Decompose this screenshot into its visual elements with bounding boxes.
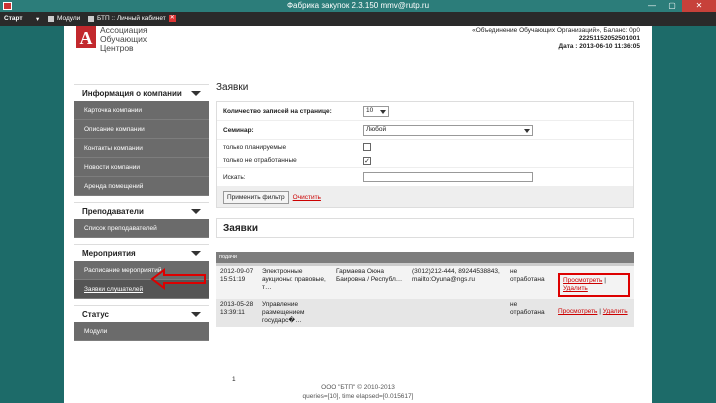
logo-line-3: Центров [100,43,134,53]
sidebar-item-teacher-list[interactable]: Список преподавателей [74,219,209,238]
cell-seminar: Управление размещением государс�… [262,301,305,324]
filter-form: Количество записей на странице: 10 Семин… [216,101,634,208]
per-page-select[interactable]: 10 [363,105,389,117]
cabinet-tab-icon [88,15,94,22]
current-date: Дата : 2013-06-10 11:36:05 [558,43,640,50]
cell-actions: Просмотреть | Удалить [552,266,634,299]
tab-modules[interactable]: Модули [48,15,80,22]
sidebar-header-events[interactable]: Мероприятия [74,244,209,261]
sidebar-item-company-contacts[interactable]: Контакты компании [74,139,209,158]
cell-contact [408,299,506,327]
apply-filter-button[interactable]: Применить фильтр [223,190,289,204]
tab-modules-label: Модули [57,15,81,22]
chevron-down-icon [191,209,201,214]
start-menu[interactable]: Старт [4,15,23,22]
cell-date: 2013-05-28 13:39:11 [220,301,254,316]
filter-row-search: Искать: [217,168,633,187]
footer-copyright: ООО "БТП" © 2010-2013 [321,384,395,391]
sidebar-header-status[interactable]: Статус [74,305,209,322]
account-info: «Объединение Обучающих Организаций», Бал… [472,27,640,51]
sidebar-section-status: Статус Модули [74,305,209,341]
planned-label: только планируемые [223,143,287,151]
start-dropdown-icon[interactable]: ▾ [36,15,39,23]
logo-text: Ассоциация Обучающих Центров [100,26,148,53]
clear-filter-link[interactable]: Очистить [293,194,321,201]
search-label: Искать: [223,173,246,181]
table-row: 2012-09-07 15:51:19 Электронные аукционы… [216,266,634,299]
chevron-down-icon [191,251,201,256]
tab-cabinet-label: БТП :: Личный кабинет [97,15,166,22]
sidebar: Информация о компании Карточка компании … [74,84,209,347]
org-balance: «Объединение Обучающих Организаций», Бал… [472,27,640,34]
cell-status: не отработана [510,268,545,283]
cell-status: не отработана [510,301,545,316]
unprocessed-label: только не отработанные [223,157,297,164]
requests-section-title: Заявки [216,218,634,238]
sidebar-header-teachers[interactable]: Преподаватели [74,202,209,219]
seminar-select[interactable]: Любой [363,124,533,136]
sidebar-item-modules[interactable]: Модули [74,322,209,341]
cell-name: Гармаева Оюна Баировна / Республ… [336,268,403,283]
filter-actions: Применить фильтр Очистить [217,187,633,207]
window-title: Фабрика закупок 2.3.150 mmv@rutp.ru [286,1,430,10]
minimize-button[interactable]: — [642,0,662,12]
page-viewport: А Ассоциация Обучающих Центров «Объедине… [64,26,652,403]
sidebar-section-teachers: Преподаватели Список преподавателей [74,202,209,238]
highlighted-actions: Просмотреть | Удалить [558,273,630,297]
action-separator: | [604,277,606,284]
window-controls: — ▢ ✕ [642,0,716,12]
filter-row-seminar: Семинар: Любой [217,121,633,140]
table-header: подачи [216,252,634,263]
tab-close-icon[interactable]: ✕ [168,15,176,22]
annotation-arrow-icon [150,268,206,290]
modules-tab-icon [48,15,54,22]
filter-row-unprocessed: только не отработанные ✓ [217,154,633,168]
cell-actions: Просмотреть | Удалить [552,299,634,327]
pagination-page[interactable]: 1 [232,376,236,383]
action-separator: | [599,308,601,315]
logo-mark: А [76,26,96,48]
unprocessed-checkbox[interactable]: ✓ [363,156,371,165]
sidebar-item-company-card[interactable]: Карточка компании [74,101,209,120]
window-titlebar: Фабрика закупок 2.3.150 mmv@rutp.ru — ▢ … [0,0,716,12]
sidebar-item-company-news[interactable]: Новости компании [74,158,209,177]
sidebar-section-company: Информация о компании Карточка компании … [74,84,209,196]
view-link[interactable]: Просмотреть [558,308,597,315]
footer: ООО "БТП" © 2010-2013 queries=[10], time… [64,383,652,401]
dropdown-arrow-icon [524,128,530,133]
footer-stats: queries=[10], time elapsed=[0.015617] [302,393,414,400]
chevron-down-icon [191,312,201,317]
chevron-down-icon [191,91,201,96]
filter-row-planned: только планируемые [217,140,633,154]
requests-table: подачи 2012-09-07 15:51:19 Электронные а… [216,252,634,327]
sidebar-item-company-description[interactable]: Описание компании [74,120,209,139]
maximize-button[interactable]: ▢ [662,0,682,12]
main-content: Заявки Количество записей на странице: 1… [216,82,634,327]
view-link[interactable]: Просмотреть [563,277,602,284]
planned-checkbox[interactable] [363,143,371,151]
tab-bar: Старт ▾ Модули БТП :: Личный кабинет ✕ [0,12,716,26]
cell-contact: (3012)212-444, 89244538843, mailto:Oyuna… [412,268,500,283]
filter-row-per-page: Количество записей на странице: 10 [217,102,633,121]
table-row: 2013-05-28 13:39:11 Управление размещени… [216,299,634,327]
cell-date: 2012-09-07 15:51:19 [220,268,254,283]
search-input[interactable] [363,172,533,182]
dropdown-arrow-icon [380,109,386,114]
per-page-label: Количество записей на странице: [223,107,332,115]
delete-link[interactable]: Удалить [563,285,588,292]
page-title: Заявки [216,82,249,93]
tab-cabinet[interactable]: БТП :: Личный кабинет ✕ [88,15,176,22]
close-button[interactable]: ✕ [682,0,716,12]
cell-seminar: Электронные аукционы: правовые, т… [262,268,326,291]
sidebar-item-room-rental[interactable]: Аренда помещений [74,177,209,196]
seminar-label: Семинар: [223,126,254,134]
delete-link[interactable]: Удалить [603,308,628,315]
org-id: 22251152052501001 [578,35,640,42]
cell-name [332,299,408,327]
sidebar-header-company[interactable]: Информация о компании [74,84,209,101]
